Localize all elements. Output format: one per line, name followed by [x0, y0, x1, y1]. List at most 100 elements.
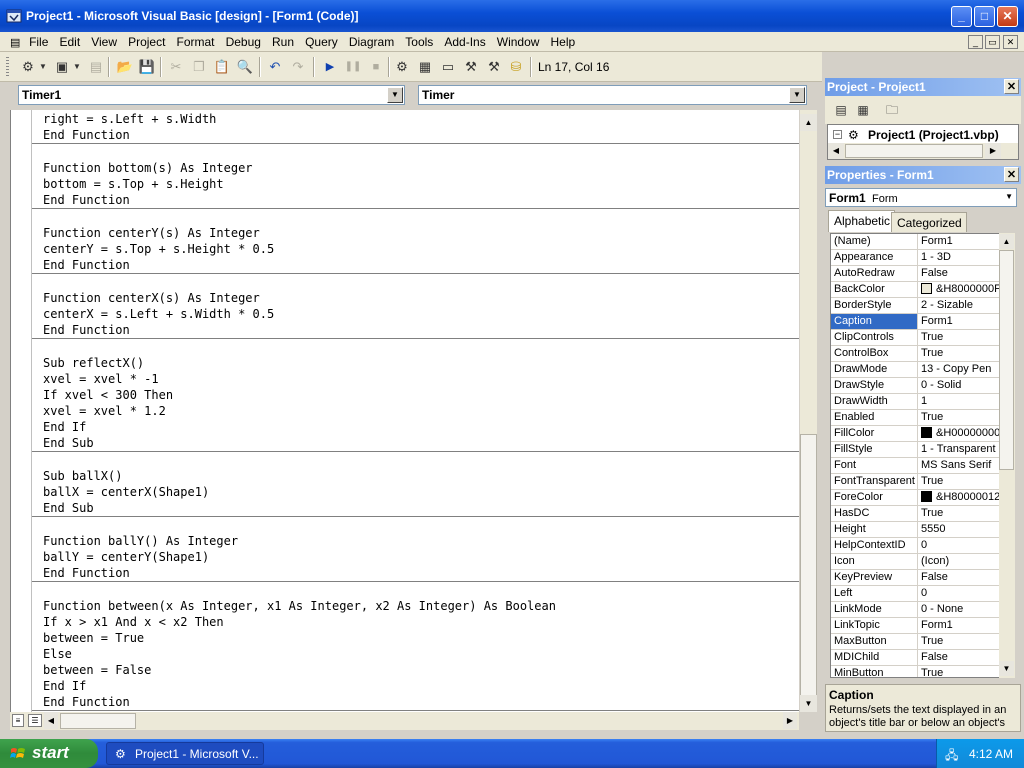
property-value[interactable]: 0 [919, 586, 999, 601]
copy-icon[interactable]: ❐ [189, 57, 209, 77]
menu-help[interactable]: Help [547, 32, 580, 49]
property-row[interactable]: HasDC True [831, 506, 999, 522]
mdi-restore-button[interactable]: ▭ [985, 35, 1000, 49]
property-value[interactable]: True [919, 506, 999, 521]
property-row[interactable]: FontTransparent True [831, 474, 999, 490]
cut-icon[interactable]: ✂ [166, 57, 186, 77]
code-line[interactable]: ballY = centerY(Shape1) [32, 549, 799, 565]
property-name[interactable]: FillColor [831, 426, 918, 441]
scroll-up-icon[interactable]: ▲ [800, 114, 817, 131]
chevron-down-icon[interactable]: ▼ [387, 87, 403, 103]
property-name[interactable]: FillStyle [831, 442, 918, 457]
menu-run[interactable]: Run [268, 32, 298, 49]
code-line[interactable]: Function centerX(s) As Integer [32, 290, 799, 306]
property-row[interactable]: MaxButton True [831, 634, 999, 650]
scroll-thumb[interactable] [999, 250, 1014, 470]
property-row[interactable]: HelpContextID 0 [831, 538, 999, 554]
code-blank-line[interactable] [32, 452, 799, 468]
form-layout-icon[interactable]: ▭ [438, 57, 458, 77]
properties-panel-title-bar[interactable]: Properties - Form1 ✕ [825, 166, 1021, 184]
taskbar-task-vb[interactable]: ⚙ Project1 - Microsoft V... [106, 742, 264, 765]
property-value[interactable]: 0 - None [919, 602, 999, 617]
menu-file[interactable]: File [25, 32, 52, 49]
property-row[interactable]: Icon (Icon) [831, 554, 999, 570]
property-row[interactable]: (Name) Form1 [831, 234, 999, 250]
code-line[interactable]: between = False [32, 662, 799, 678]
code-line[interactable]: End Function [32, 257, 799, 273]
property-name[interactable]: ClipControls [831, 330, 918, 345]
property-value[interactable]: &H80000012 [919, 490, 999, 505]
property-name[interactable]: Font [831, 458, 918, 473]
code-line[interactable]: centerX = s.Left + s.Width * 0.5 [32, 306, 799, 322]
break-icon[interactable]: ❚❚ [343, 57, 363, 77]
code-line[interactable]: End Function [32, 565, 799, 581]
property-name[interactable]: Left [831, 586, 918, 601]
scroll-left-icon[interactable]: ◀ [44, 712, 58, 729]
project-tree[interactable]: − ⚙ Project1 (Project1.vbp) ◀ ▶ [827, 124, 1019, 160]
property-value[interactable]: True [919, 410, 999, 425]
property-value[interactable]: True [919, 634, 999, 649]
scroll-right-icon[interactable]: ▶ [985, 143, 1001, 159]
property-name[interactable]: Enabled [831, 410, 918, 425]
property-name[interactable]: MDIChild [831, 650, 918, 665]
scroll-thumb[interactable] [60, 713, 136, 729]
add-form-icon[interactable]: ▣ [52, 57, 72, 77]
end-icon[interactable]: ■ [366, 57, 386, 77]
redo-icon[interactable]: ↷ [288, 57, 308, 77]
code-line[interactable]: xvel = xvel * 1.2 [32, 403, 799, 419]
property-row[interactable]: FillStyle 1 - Transparent [831, 442, 999, 458]
full-module-view-icon[interactable]: ☰ [28, 714, 42, 727]
property-value[interactable]: &H8000000F [919, 282, 999, 297]
code-line[interactable]: bottom = s.Top + s.Height [32, 176, 799, 192]
close-icon[interactable]: ✕ [1004, 167, 1019, 182]
code-line[interactable]: right = s.Left + s.Width [32, 111, 799, 127]
property-value[interactable]: False [919, 266, 999, 281]
code-blank-line[interactable] [32, 144, 799, 160]
code-margin[interactable] [11, 110, 32, 712]
code-line[interactable]: End If [32, 678, 799, 694]
code-line[interactable]: End Function [32, 127, 799, 143]
property-row[interactable]: Appearance 1 - 3D [831, 250, 999, 266]
property-row[interactable]: Font MS Sans Serif [831, 458, 999, 474]
paste-icon[interactable]: 📋 [212, 57, 232, 77]
code-blank-line[interactable] [32, 582, 799, 598]
property-name[interactable]: Height [831, 522, 918, 537]
property-row[interactable]: FillColor &H00000000 [831, 426, 999, 442]
property-value[interactable]: True [919, 346, 999, 361]
property-name[interactable]: DrawWidth [831, 394, 918, 409]
code-line[interactable]: End Sub [32, 500, 799, 516]
scroll-left-icon[interactable]: ◀ [828, 143, 844, 159]
property-row[interactable]: MinButton True [831, 666, 999, 677]
object-browser-icon[interactable]: ⚒ [461, 57, 481, 77]
add-project-icon[interactable]: ⚙ [18, 57, 38, 77]
property-name[interactable]: Icon [831, 554, 918, 569]
property-name[interactable]: ControlBox [831, 346, 918, 361]
code-line[interactable]: ballX = centerX(Shape1) [32, 484, 799, 500]
tab-alphabetic[interactable]: Alphabetic [828, 210, 896, 232]
tree-horizontal-scrollbar[interactable]: ◀ ▶ [828, 143, 1018, 159]
properties-grid[interactable]: (Name) Form1 Appearance 1 - 3D AutoRedraw Fal… [830, 233, 1000, 678]
object-selector[interactable]: Form1 Form ▼ [825, 188, 1017, 207]
undo-icon[interactable]: ↶ [265, 57, 285, 77]
property-row[interactable]: DrawWidth 1 [831, 394, 999, 410]
clock[interactable]: 4:12 AM [969, 747, 1013, 761]
code-line[interactable]: End If [32, 419, 799, 435]
menu-query[interactable]: Query [301, 32, 342, 49]
code-line[interactable]: End Sub [32, 435, 799, 451]
property-row[interactable]: BorderStyle 2 - Sizable [831, 298, 999, 314]
project-tree-item[interactable]: Project1 (Project1.vbp) [868, 128, 999, 142]
data-view-icon[interactable]: ⛁ [506, 57, 526, 77]
menu-diagram[interactable]: Diagram [345, 32, 398, 49]
property-value[interactable]: True [919, 666, 999, 677]
property-value[interactable]: 2 - Sizable [919, 298, 999, 313]
property-name[interactable]: HelpContextID [831, 538, 918, 553]
code-line[interactable]: Sub reflectX() [32, 355, 799, 371]
code-horizontal-scrollbar[interactable]: ≡ ☰ ◀ ▶ [10, 712, 799, 730]
open-project-icon[interactable]: 📂 [115, 57, 135, 77]
code-line[interactable]: Sub ballX() [32, 468, 799, 484]
menu-add-ins[interactable]: Add-Ins [440, 32, 489, 49]
menu-debug[interactable]: Debug [222, 32, 265, 49]
property-value[interactable]: Form1 [919, 618, 999, 633]
property-value[interactable]: True [919, 474, 999, 489]
scroll-down-icon[interactable]: ▼ [999, 661, 1014, 676]
